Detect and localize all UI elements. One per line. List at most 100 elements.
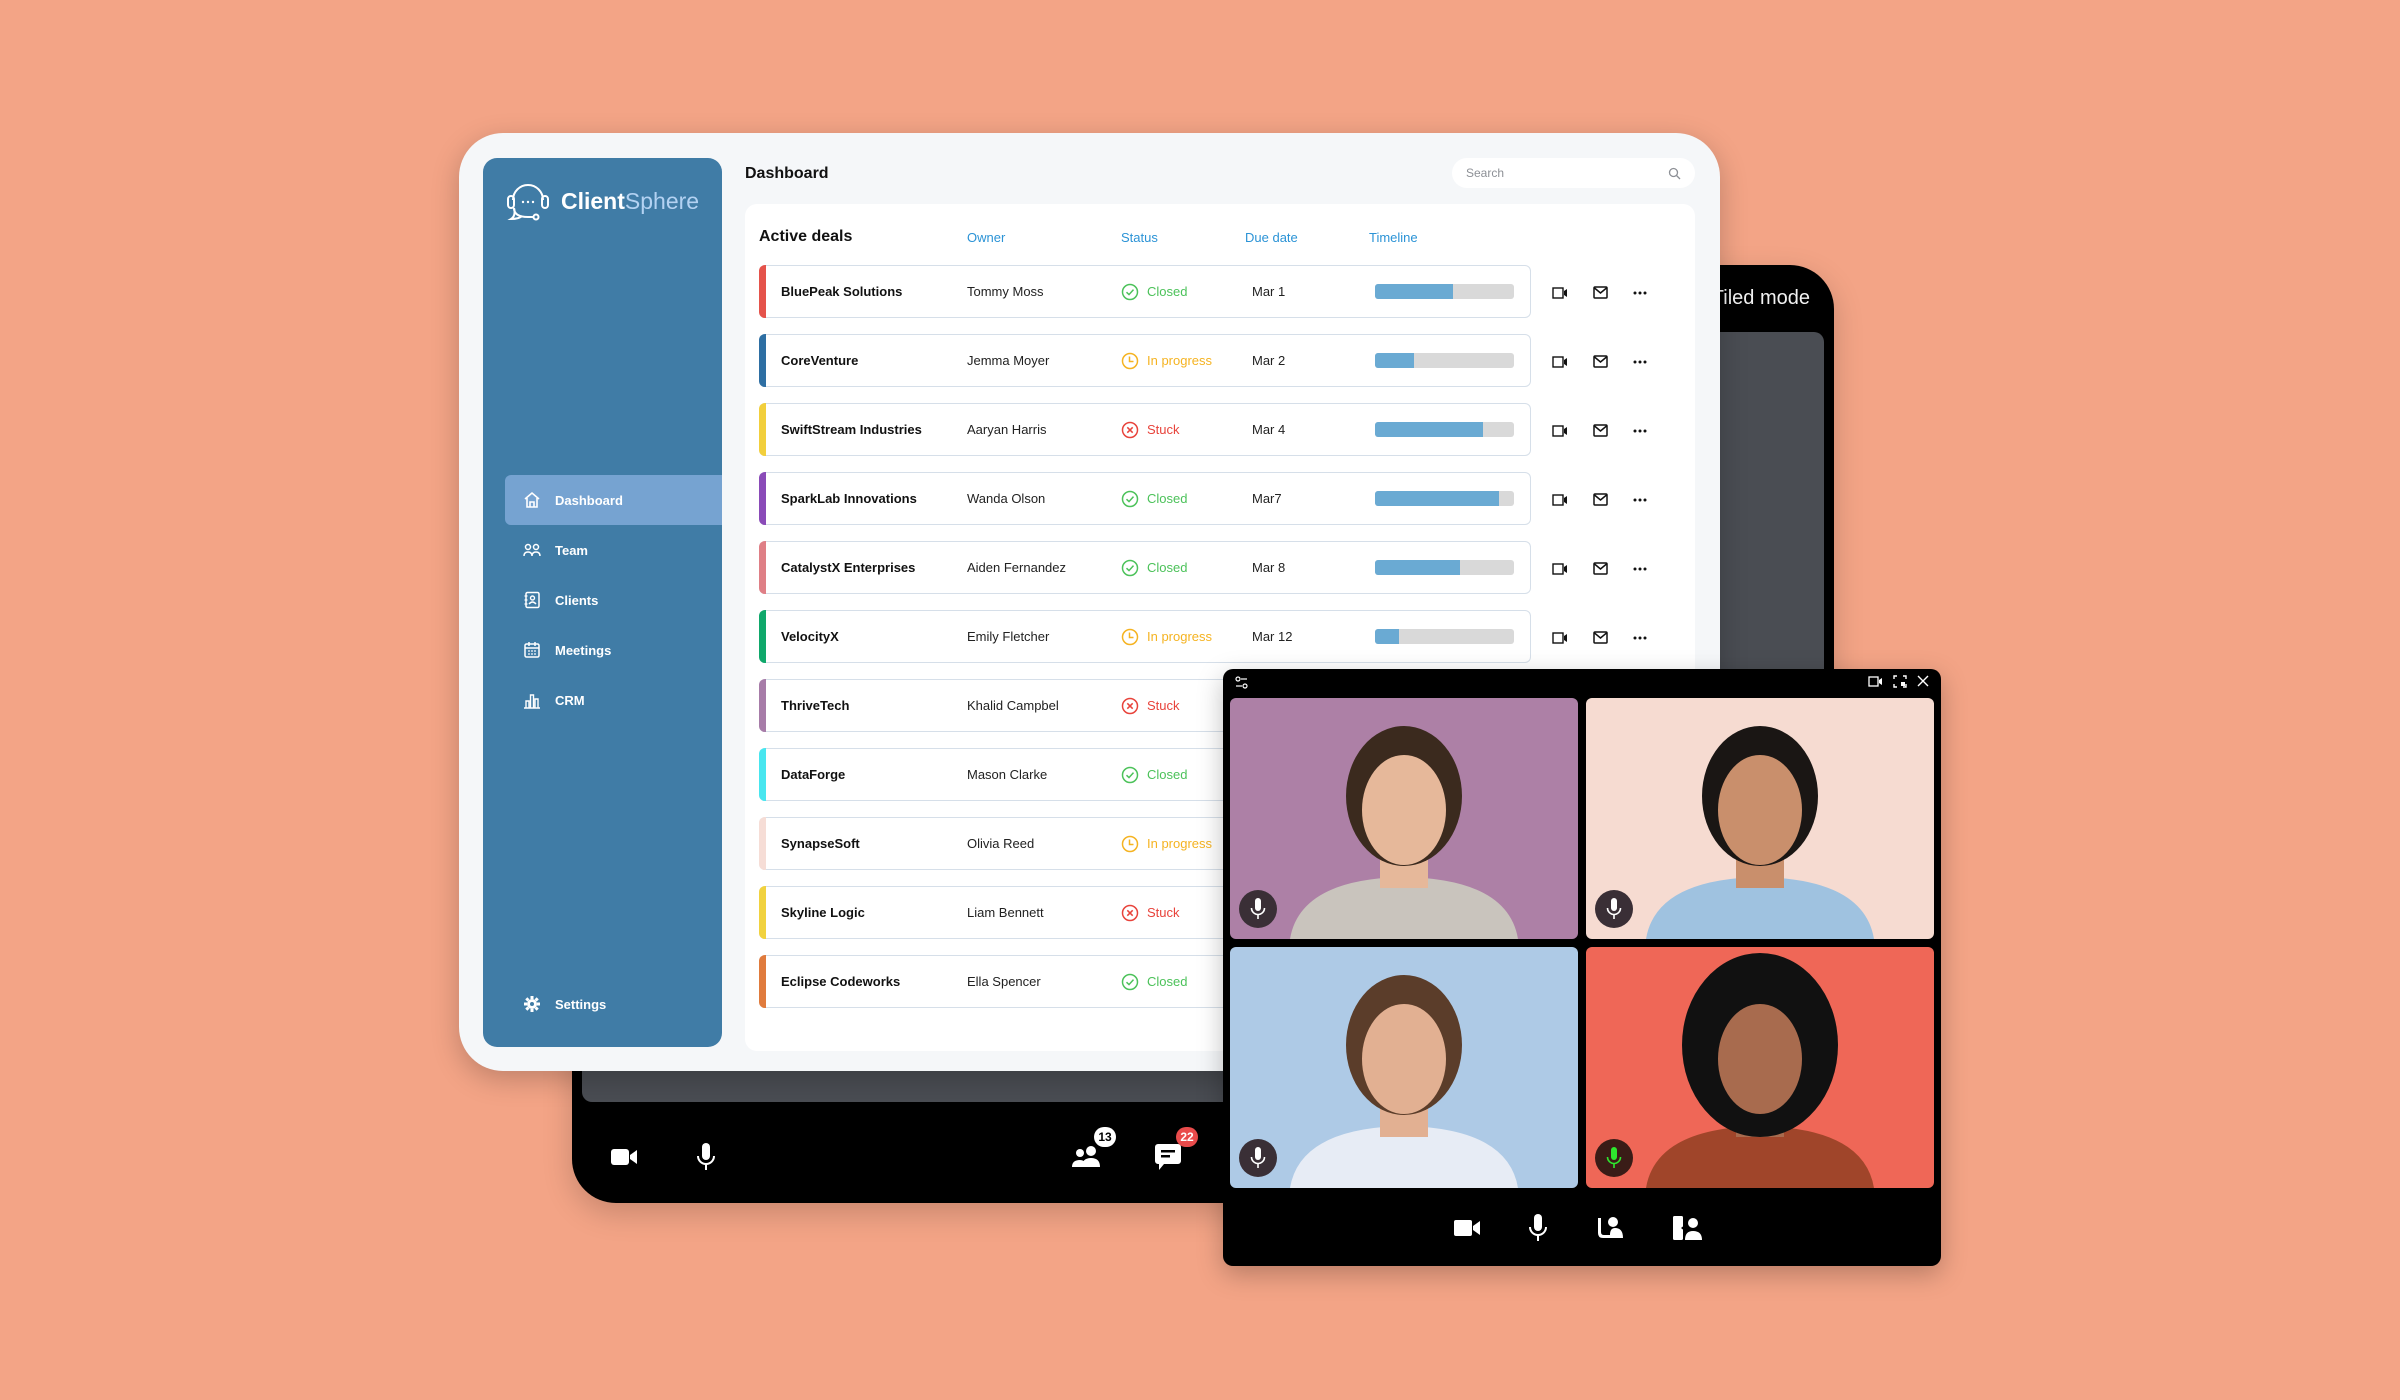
video-call-button[interactable] [1551,560,1569,578]
email-button[interactable] [1591,284,1609,302]
participant-portrait [1646,726,1874,939]
email-button[interactable] [1591,353,1609,371]
search-input[interactable] [1466,166,1668,180]
email-button[interactable] [1591,491,1609,509]
sidebar-item-clients[interactable]: Clients [505,575,722,625]
deals-table-header: Active deals Owner Status Due date Timel… [759,228,1695,252]
sidebar-item-settings[interactable]: Settings [523,995,606,1013]
close-icon[interactable] [1917,675,1929,687]
email-button[interactable] [1591,629,1609,647]
deal-due-date: Mar 2 [1252,353,1286,368]
sidebar-item-dashboard[interactable]: Dashboard [505,475,722,525]
deal-color-stripe [759,265,766,318]
deal-color-stripe [759,679,766,732]
video-call-icon [1552,355,1567,368]
deal-row[interactable]: CoreVenture Jemma Moyer In progress Mar 2 [759,334,1647,387]
timeline-bar [1375,560,1514,575]
calendar-icon [524,642,540,658]
video-call-icon [1552,493,1567,506]
video-popup-controls [1223,1190,1941,1266]
page-title: Dashboard [745,165,829,182]
deal-name: ThriveTech [781,698,850,713]
deal-timeline [1375,473,1514,524]
deal-name: SwiftStream Industries [781,422,922,437]
search-box[interactable] [1452,158,1695,188]
clock-icon [1121,352,1139,369]
video-call-icon [1552,424,1567,437]
more-options-button[interactable] [1631,353,1649,371]
chat-button[interactable]: 22 [1152,1127,1198,1173]
microphone-icon [1606,898,1622,919]
sidebar-nav: Dashboard Team Clients Meetings CRM [505,475,722,725]
video-call-button[interactable] [1551,284,1569,302]
deal-status: In progress [1121,335,1212,386]
tiled-mode-label[interactable]: Tiled mode [1712,287,1810,310]
sliders-icon [1235,676,1248,689]
deal-timeline [1375,404,1514,455]
camera-button[interactable] [608,1141,640,1173]
participant-video-tile[interactable] [1586,698,1934,939]
check-circle-icon [1121,283,1139,300]
participant-video-tile[interactable] [1230,698,1578,939]
participant-video-tile[interactable] [1230,947,1578,1188]
deal-owner: Mason Clarke [967,767,1048,782]
sidebar-item-label: Clients [555,592,599,608]
video-call-popup [1223,669,1941,1266]
deal-row[interactable]: VelocityX Emily Fletcher In progress Mar … [759,610,1647,663]
video-call-button[interactable] [1551,491,1569,509]
video-call-button[interactable] [1551,629,1569,647]
mic-status-badge[interactable] [1239,1139,1277,1177]
video-call-button[interactable] [1551,422,1569,440]
team-icon [523,543,541,557]
email-button[interactable] [1591,560,1609,578]
more-options-button[interactable] [1631,284,1649,302]
email-button[interactable] [1591,422,1609,440]
microphone-toggle-icon[interactable] [1528,1214,1548,1242]
more-icon [1633,291,1647,294]
sidebar-item-meetings[interactable]: Meetings [505,625,722,675]
deal-owner: Khalid Campbel [967,698,1059,713]
more-options-button[interactable] [1631,629,1649,647]
column-header-due-date[interactable]: Due date [1245,230,1298,245]
more-options-button[interactable] [1631,422,1649,440]
mic-status-badge[interactable] [1595,1139,1633,1177]
deal-name: CatalystX Enterprises [781,560,916,575]
video-call-button[interactable] [1551,353,1569,371]
deal-color-stripe [759,886,766,939]
deal-color-stripe [759,817,766,870]
timeline-bar-fill [1375,422,1484,437]
sidebar-item-crm[interactable]: CRM [505,675,722,725]
x-circle-icon [1121,421,1139,438]
search-icon[interactable] [1668,167,1681,180]
deal-row[interactable]: SparkLab Innovations Wanda Olson Closed M… [759,472,1647,525]
column-header-owner[interactable]: Owner [967,230,1005,245]
deal-timeline [1375,335,1514,386]
camera-toggle-icon[interactable] [1454,1219,1480,1237]
deal-owner: Jemma Moyer [967,353,1050,368]
deal-row[interactable]: CatalystX Enterprises Aiden Fernandez Cl… [759,541,1647,594]
presenter-icon[interactable] [1596,1216,1624,1240]
deal-row[interactable]: BluePeak Solutions Tommy Moss Closed Mar … [759,265,1647,318]
sidebar-item-team[interactable]: Team [505,525,722,575]
mic-status-badge[interactable] [1239,890,1277,928]
more-options-button[interactable] [1631,560,1649,578]
participants-button[interactable]: 13 [1070,1127,1116,1173]
more-options-button[interactable] [1631,491,1649,509]
contacts-icon [524,591,540,609]
deal-owner: Liam Bennett [967,905,1044,920]
participants-icon [1072,1146,1100,1167]
layout-settings-button[interactable] [1235,676,1249,695]
switch-participant-icon[interactable] [1672,1215,1702,1241]
column-header-timeline[interactable]: Timeline [1369,230,1418,245]
mic-status-badge[interactable] [1595,890,1633,928]
video-camera-icon[interactable] [1868,675,1883,688]
deal-status: Stuck [1121,680,1180,731]
microphone-button[interactable] [690,1141,722,1173]
deal-row[interactable]: SwiftStream Industries Aaryan Harris Stu… [759,403,1647,456]
column-header-status[interactable]: Status [1121,230,1158,245]
deal-due-date: Mar 12 [1252,629,1293,644]
timeline-bar-fill [1375,629,1399,644]
status-label: Closed [1147,560,1188,575]
fullscreen-icon[interactable] [1893,675,1907,688]
participant-video-tile[interactable] [1586,947,1934,1188]
